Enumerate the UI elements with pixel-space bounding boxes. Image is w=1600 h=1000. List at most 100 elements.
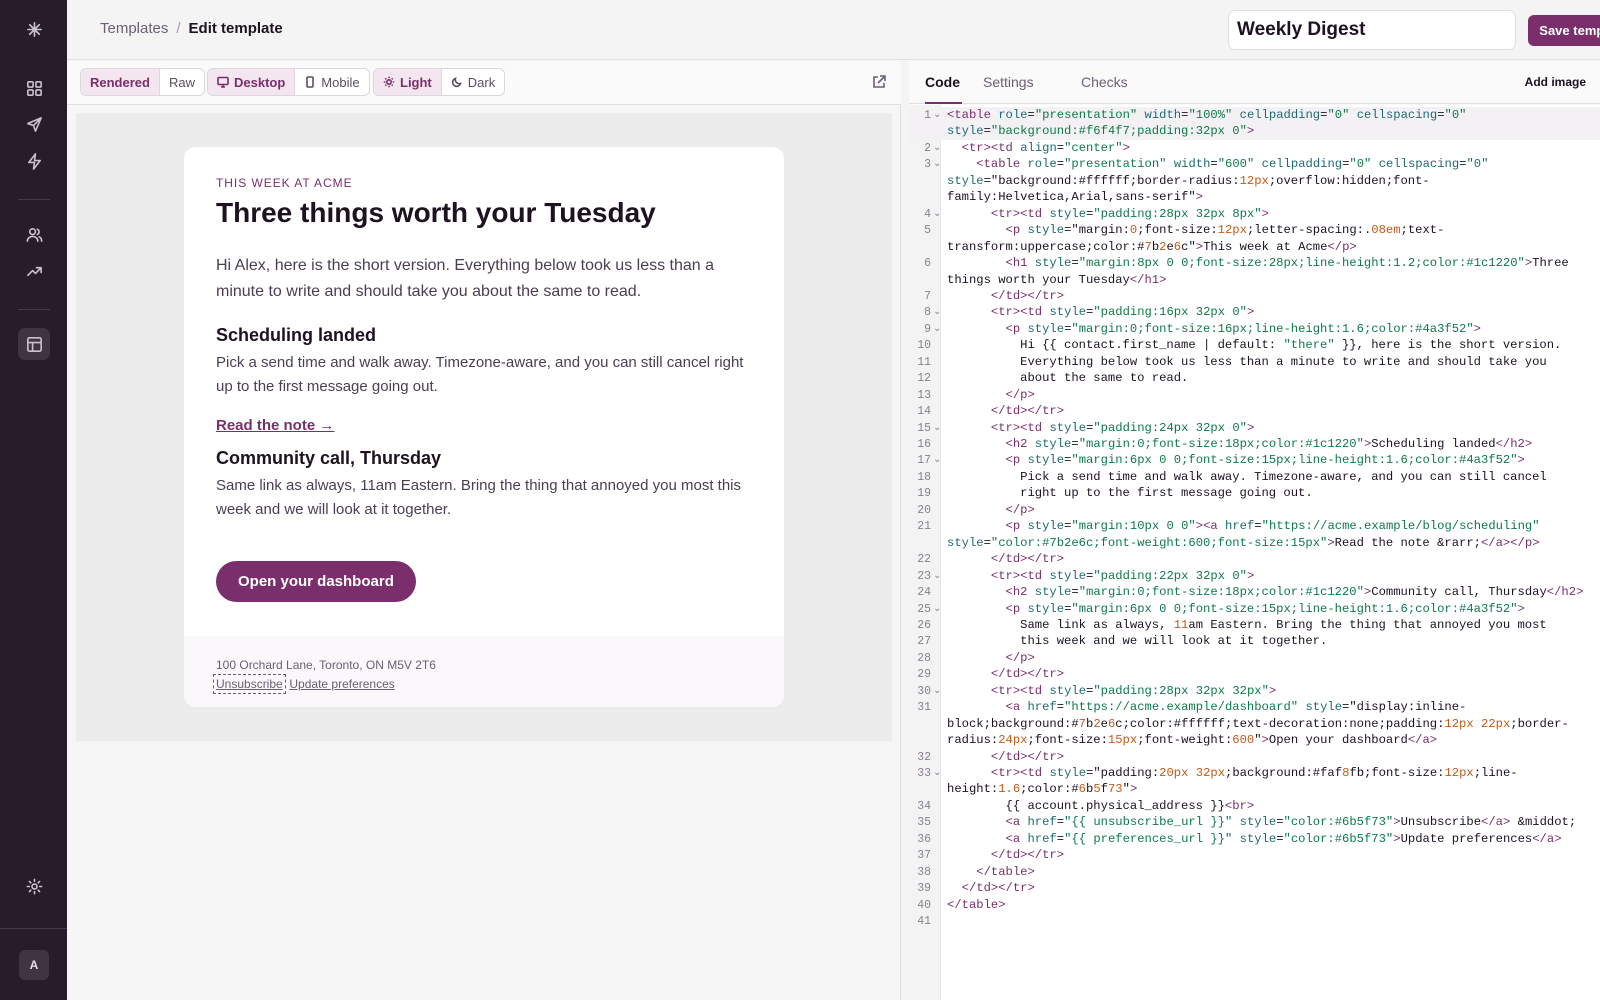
mobile-button[interactable]: Mobile — [295, 69, 368, 95]
editor-tabs: Code Settings Checks Add image — [909, 61, 1600, 104]
code-text: </td></tr> — [990, 404, 1065, 419]
line-number: 15 — [917, 421, 931, 435]
section-heading: Community call, Thursday — [216, 448, 442, 468]
light-theme-button[interactable]: Light — [374, 69, 442, 95]
update-preferences-link[interactable]: Update preferences — [289, 677, 394, 691]
fold-chevron-icon[interactable]: ⌄ — [933, 206, 941, 223]
bolt-icon[interactable] — [18, 145, 50, 177]
sparkle-logo-icon[interactable] — [18, 13, 50, 45]
fold-chevron-icon[interactable]: ⌄ — [933, 140, 941, 157]
view-mode-toggle: Rendered Raw — [80, 68, 205, 96]
fold-chevron-icon[interactable]: ⌄ — [933, 765, 941, 782]
open-dashboard-button[interactable]: Open your dashboard — [216, 561, 416, 602]
code-text: <a href="{{ unsubscribe_url }}" style="c… — [1005, 815, 1577, 830]
code-text: <table role="presentation" width="600" c… — [976, 157, 1489, 172]
breadcrumb-templates-link[interactable]: Templates — [100, 20, 168, 37]
tab-checks[interactable]: Checks — [1081, 74, 1128, 90]
template-icon[interactable] — [18, 328, 50, 360]
light-label: Light — [400, 74, 432, 90]
line-number: 34 — [917, 799, 931, 813]
line-number: 13 — [917, 388, 931, 402]
grid-icon[interactable] — [18, 72, 50, 104]
fold-chevron-icon[interactable]: ⌄ — [933, 321, 941, 338]
code-line: 37 </td></tr> — [909, 847, 1600, 864]
code-text: about the same to read. — [947, 371, 1189, 386]
code-text: style="color:#7b2e6c;font-weight:600;fon… — [947, 535, 1540, 550]
sun-icon — [383, 76, 395, 88]
code-text: </td></tr> — [990, 288, 1065, 303]
line-number: 28 — [917, 651, 931, 665]
desktop-icon — [217, 76, 229, 88]
gear-icon[interactable] — [18, 870, 50, 902]
code-text: <table role="presentation" width="100%" … — [947, 108, 1467, 122]
line-number: 6 — [924, 257, 931, 271]
tab-code[interactable]: Code — [925, 74, 960, 90]
template-name-input[interactable] — [1228, 10, 1516, 50]
code-text: </p> — [1005, 502, 1035, 517]
code-line: transform:uppercase;color:#7b2e6c">This … — [909, 239, 1600, 256]
code-text: <h2 style="margin:0;font-size:18px;color… — [1005, 585, 1584, 600]
fold-chevron-icon[interactable]: ⌄ — [933, 107, 941, 124]
code-line: 41 — [909, 913, 1600, 930]
line-number: 38 — [917, 865, 931, 879]
fold-chevron-icon[interactable]: ⌄ — [933, 568, 941, 585]
save-template-button[interactable]: Save template — [1528, 15, 1600, 46]
code-text: family:Helvetica,Arial,sans-serif"> — [947, 190, 1203, 205]
device-toggle: Desktop Mobile — [207, 68, 370, 96]
fold-chevron-icon[interactable]: ⌄ — [933, 156, 941, 173]
fold-chevron-icon[interactable]: ⌄ — [933, 304, 941, 321]
code-line: 19 right up to the first message going o… — [909, 485, 1600, 502]
fold-chevron-icon[interactable]: ⌄ — [933, 452, 941, 469]
open-external-icon[interactable] — [871, 74, 887, 90]
tab-settings[interactable]: Settings — [983, 74, 1034, 90]
line-number: 4 — [924, 207, 931, 221]
code-line: 35 <a href="{{ unsubscribe_url }}" style… — [909, 814, 1600, 831]
code-line: 4 ⌄ <tr><td style="padding:28px 32px 8px"… — [909, 206, 1600, 223]
physical-address: 100 Orchard Lane, Toronto, ON M5V 2T6 — [216, 658, 436, 672]
line-number: 22 — [917, 553, 931, 567]
code-line: 17 ⌄ <p style="margin:6px 0 0;font-size:1… — [909, 452, 1600, 469]
code-editor[interactable]: 1 ⌄ <table role="presentation" width="100%… — [909, 105, 1600, 1000]
code-line: 16 <h2 style="margin:0;font-size:18px;co… — [909, 436, 1600, 453]
line-number: 33 — [917, 767, 931, 780]
line-number: 24 — [917, 586, 931, 600]
code-line: family:Helvetica,Arial,sans-serif"> — [909, 189, 1600, 206]
trending-icon[interactable] — [18, 255, 50, 287]
line-number: 12 — [917, 372, 931, 386]
rendered-view-button[interactable]: Rendered — [81, 69, 160, 95]
code-text: style="background:#ffffff;border-radius:… — [947, 173, 1430, 188]
code-line: 21 <p style="margin:10px 0 0"><a href="h… — [909, 518, 1600, 535]
code-line: 6 <h1 style="margin:8px 0 0;font-size:28… — [909, 255, 1600, 272]
send-icon[interactable] — [18, 108, 50, 140]
code-text: height:1.6;color:#6b5f73"> — [947, 782, 1138, 797]
users-icon[interactable] — [18, 218, 50, 250]
add-image-button[interactable]: Add image — [1525, 75, 1586, 89]
code-line: 38 </table> — [909, 864, 1600, 881]
line-number: 14 — [917, 405, 931, 419]
dark-label: Dark — [467, 74, 496, 90]
code-text: <p style="margin:6px 0 0;font-size:15px;… — [1005, 601, 1525, 616]
code-line: block;background:#7b2e6c;color:#ffffff;t… — [909, 716, 1600, 733]
fold-chevron-icon[interactable]: ⌄ — [933, 601, 941, 618]
code-line: 2 ⌄ <tr><td align="center"> — [909, 140, 1600, 157]
unsubscribe-link[interactable]: Unsubscribe — [213, 674, 286, 695]
line-number: 20 — [917, 503, 931, 517]
code-text: right up to the first message going out. — [947, 486, 1313, 501]
desktop-button[interactable]: Desktop — [208, 69, 296, 95]
code-line: 10 Hi {{ contact.first_name | default: "… — [909, 337, 1600, 354]
code-line: 5 <p style="margin:0;font-size:12px;lett… — [909, 222, 1600, 239]
editor-panel: Code Settings Checks Add image 1 ⌄ <table … — [909, 61, 1600, 1000]
email-headline: Three things worth your Tuesday — [216, 197, 656, 228]
line-number: 26 — [917, 618, 931, 632]
raw-view-button[interactable]: Raw — [160, 69, 204, 95]
dark-theme-button[interactable]: Dark — [442, 69, 504, 95]
line-number: 27 — [917, 635, 931, 649]
code-line: 32 </td></tr> — [909, 749, 1600, 766]
avatar[interactable]: A — [19, 950, 49, 980]
rail-divider — [18, 309, 50, 310]
fold-chevron-icon[interactable]: ⌄ — [933, 420, 941, 437]
code-text: style="background:#f6f4f7;padding:32px 0… — [947, 124, 1255, 139]
preview-toolbar: Rendered Raw Desktop Mobile Light Dark — [67, 61, 901, 105]
read-note-link[interactable]: Read the note → — [216, 417, 334, 434]
fold-chevron-icon[interactable]: ⌄ — [933, 683, 941, 700]
